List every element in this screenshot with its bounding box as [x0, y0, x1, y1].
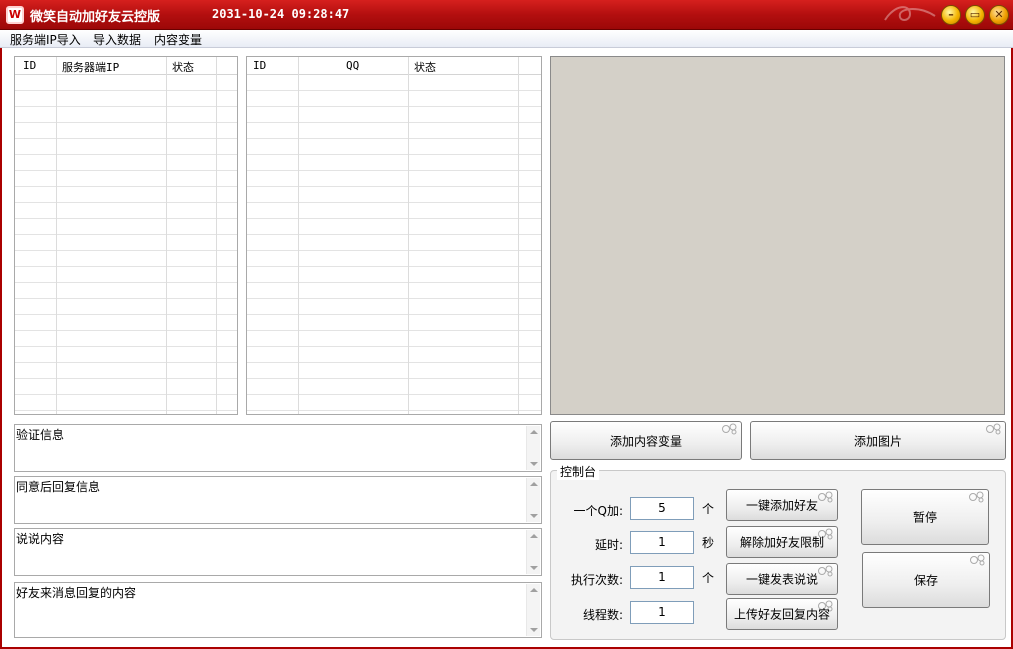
- minimize-button[interactable]: –: [941, 5, 961, 25]
- per-q-label: 一个Q加:: [573, 504, 624, 518]
- remove-add-friend-limit-button[interactable]: 解除加好友限制: [726, 526, 838, 558]
- scrollbar[interactable]: [526, 530, 540, 574]
- per-q-unit: 个: [702, 502, 715, 516]
- scrollbar[interactable]: [526, 426, 540, 470]
- column-header-status[interactable]: 状态: [414, 59, 436, 75]
- column-header-status[interactable]: 状态: [172, 59, 194, 75]
- console-group: 控制台 一个Q加: 5 个 延时: 1 秒 执行次数: 1 个 线程数: 1 一…: [550, 463, 1006, 640]
- app-logo-icon: W: [6, 6, 24, 24]
- column-header-id[interactable]: ID: [23, 59, 36, 72]
- qq-table[interactable]: ID QQ 状态: [246, 56, 542, 415]
- title-bar[interactable]: W 微笑自动加好友云控版 2031-10-24 09:28:47 – ▭ ✕: [0, 0, 1013, 30]
- maximize-button[interactable]: ▭: [965, 5, 985, 25]
- exec-count-label: 执行次数:: [570, 573, 623, 587]
- table-rows: [15, 75, 237, 414]
- delay-input[interactable]: 1: [630, 531, 694, 554]
- table-header: ID 服务器端IP 状态: [15, 57, 237, 75]
- window-title: 微笑自动加好友云控版: [30, 10, 161, 25]
- delay-label: 延时:: [594, 538, 623, 552]
- menu-bar: 服务端IP导入 导入数据 内容变量: [0, 30, 1013, 48]
- clock-display: 2031-10-24 09:28:47: [212, 7, 350, 21]
- exec-count-unit: 个: [702, 571, 715, 585]
- scrollbar[interactable]: [526, 584, 540, 636]
- one-click-post-button[interactable]: 一键发表说说: [726, 563, 838, 595]
- column-header-qq[interactable]: QQ: [346, 59, 359, 72]
- post-content-textarea[interactable]: 说说内容: [14, 528, 542, 576]
- upload-friend-reply-button[interactable]: 上传好友回复内容: [726, 598, 838, 630]
- pause-button[interactable]: 暂停: [861, 489, 989, 545]
- menu-content-variables[interactable]: 内容变量: [154, 31, 202, 48]
- table-header: ID QQ 状态: [247, 57, 541, 75]
- close-button[interactable]: ✕: [989, 5, 1009, 25]
- threads-input[interactable]: 1: [630, 601, 694, 624]
- save-button[interactable]: 保存: [862, 552, 990, 608]
- add-content-variable-button[interactable]: 添加内容变量: [550, 421, 742, 460]
- image-preview-panel: [550, 56, 1005, 415]
- add-image-button[interactable]: 添加图片: [750, 421, 1006, 460]
- curl-decoration-icon: [969, 491, 984, 503]
- friend-message-reply-textarea[interactable]: 好友来消息回复的内容: [14, 582, 542, 638]
- verify-info-textarea[interactable]: 验证信息: [14, 424, 542, 472]
- reply-after-accept-textarea[interactable]: 同意后回复信息: [14, 476, 542, 524]
- per-q-input[interactable]: 5: [630, 497, 694, 520]
- scrollbar[interactable]: [526, 478, 540, 522]
- console-legend: 控制台: [557, 463, 600, 480]
- column-header-id[interactable]: ID: [253, 59, 266, 72]
- curl-decoration-icon: [970, 554, 985, 566]
- threads-label: 线程数:: [582, 608, 623, 622]
- table-rows: [247, 75, 541, 414]
- column-header-server-ip[interactable]: 服务器端IP: [62, 59, 119, 75]
- one-click-add-friend-button[interactable]: 一键添加好友: [726, 489, 838, 521]
- menu-import-data[interactable]: 导入数据: [93, 31, 141, 48]
- decorative-swirl-icon: [884, 6, 936, 21]
- menu-server-ip-import[interactable]: 服务端IP导入: [10, 31, 81, 48]
- client-area: ID 服务器端IP 状态 ID QQ 状态 添加内容变量 添加图片 验证信息 同…: [0, 48, 1013, 649]
- exec-count-input[interactable]: 1: [630, 566, 694, 589]
- delay-unit: 秒: [702, 536, 715, 550]
- server-ip-table[interactable]: ID 服务器端IP 状态: [14, 56, 238, 415]
